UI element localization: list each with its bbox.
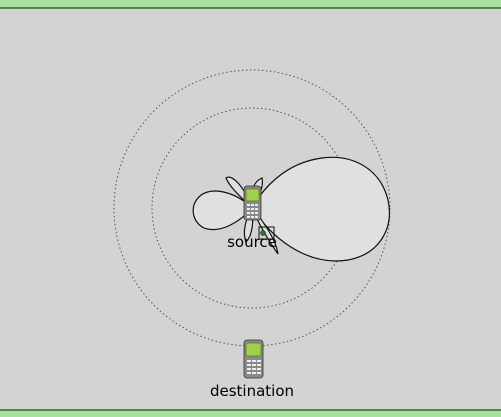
network-diagram xyxy=(0,0,501,417)
radiation-pattern xyxy=(192,156,390,262)
source-phone-icon[interactable] xyxy=(243,185,262,221)
bottom-border xyxy=(0,410,501,417)
destination-phone-icon[interactable] xyxy=(243,339,264,379)
source-label: source xyxy=(227,233,277,251)
simulation-canvas: source destination xyxy=(0,0,501,417)
destination-label: destination xyxy=(209,382,295,400)
top-border xyxy=(0,0,501,8)
